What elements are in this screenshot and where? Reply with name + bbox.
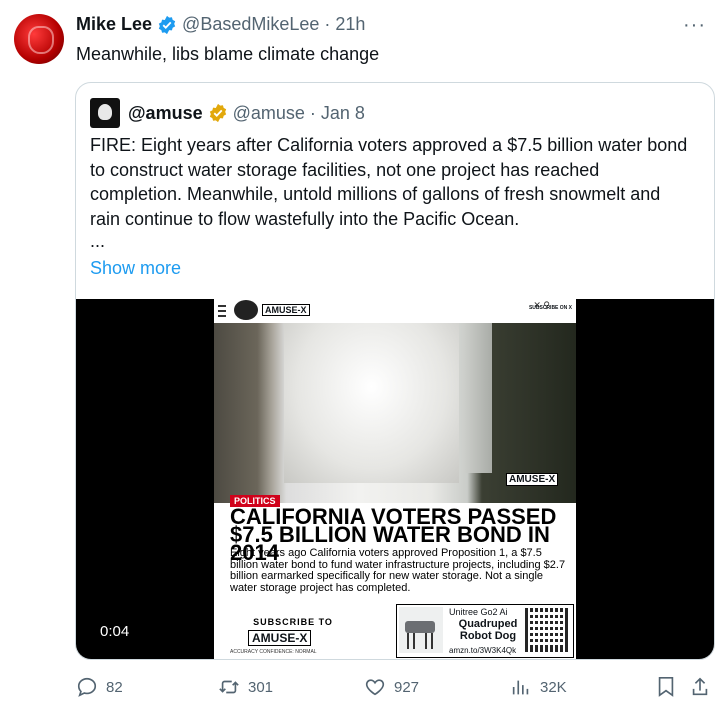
gold-verified-badge-icon — [209, 103, 226, 123]
repost-icon — [219, 680, 239, 694]
tweet-header: Mike Lee @BasedMikeLee · 21h — [76, 14, 365, 35]
quoted-avatar[interactable] — [90, 98, 120, 128]
video-body: Eight years ago California voters approv… — [230, 547, 566, 594]
bookmark-button[interactable] — [656, 676, 684, 698]
like-count: 927 — [394, 678, 420, 696]
repost-count: 301 — [248, 678, 274, 696]
subscribe-to-label: SUBSCRIBE TO — [253, 617, 333, 627]
ad-box: Unitree Go2 Ai Quadruped Robot Dog amzn.… — [396, 604, 574, 658]
reply-count: 82 — [106, 678, 123, 696]
reply-icon — [77, 677, 97, 697]
menu-icon — [218, 305, 226, 317]
quoted-date[interactable]: Jan 8 — [321, 103, 365, 124]
separator-dot: · — [319, 14, 336, 34]
video-timestamp: 0:04 — [100, 623, 130, 640]
quoted-handle[interactable]: @amuse — [233, 103, 305, 124]
author-handle[interactable]: @BasedMikeLee — [182, 14, 319, 35]
reply-button[interactable]: 82 — [76, 676, 123, 698]
repost-button[interactable]: 301 — [218, 676, 273, 698]
video-frame: AMUSE-X ✕ ⚲ SUBSCRIBE ON X AMUSE-X POLIT… — [214, 299, 576, 659]
more-options-icon[interactable]: ··· — [683, 14, 706, 37]
show-more-link[interactable]: Show more — [90, 258, 181, 279]
tweet-text: Meanwhile, libs blame climate change — [76, 44, 380, 64]
avatar-figure — [28, 26, 54, 54]
views-chart-icon — [512, 680, 529, 695]
subscribe-brand: AMUSE-X — [248, 630, 312, 646]
brand-watermark: AMUSE-X — [506, 473, 559, 486]
separator-dot: · — [304, 102, 321, 123]
verified-badge-icon — [158, 15, 176, 34]
spillway-wall — [462, 323, 492, 473]
robot-dog-image — [399, 607, 443, 653]
brand-logo — [234, 300, 258, 320]
brand-label: AMUSE-X — [262, 304, 310, 316]
ad-line1: Unitree Go2 Ai — [449, 607, 508, 617]
heart-icon — [365, 679, 385, 696]
video-topbar: AMUSE-X ✕ ⚲ SUBSCRIBE ON X — [214, 299, 576, 321]
ad-link: amzn.to/3W3K4Qk — [449, 646, 517, 655]
quoted-name[interactable]: @amuse — [128, 103, 203, 124]
share-button[interactable] — [690, 676, 718, 698]
water-spill — [284, 323, 459, 483]
ad-title: Quadruped Robot Dog — [458, 618, 518, 642]
tweet-time[interactable]: 21h — [335, 14, 365, 35]
action-bar: 82 301 927 32K — [0, 672, 720, 702]
qr-code-icon — [525, 608, 569, 652]
avatar[interactable] — [14, 14, 64, 64]
quoted-header: @amuse @amuse · Jan 8 — [90, 98, 365, 128]
video-player[interactable]: AMUSE-X ✕ ⚲ SUBSCRIBE ON X AMUSE-X POLIT… — [76, 299, 714, 659]
quoted-text: FIRE: Eight years after California voter… — [90, 135, 688, 229]
quoted-tweet-card[interactable]: @amuse @amuse · Jan 8 FIRE: Eight years … — [75, 82, 715, 660]
views-count: 32K — [540, 678, 567, 696]
share-icon — [692, 677, 708, 696]
subscribe-on-x-label: SUBSCRIBE ON X — [528, 305, 572, 311]
like-button[interactable]: 927 — [364, 676, 419, 698]
views-button[interactable]: 32K — [510, 676, 567, 698]
accuracy-label: ACCURACY CONFIDENCE: NORMAL — [230, 649, 317, 655]
author-name[interactable]: Mike Lee — [76, 14, 152, 35]
bookmark-icon — [658, 677, 674, 697]
quoted-ellipsis: ... — [90, 231, 106, 251]
